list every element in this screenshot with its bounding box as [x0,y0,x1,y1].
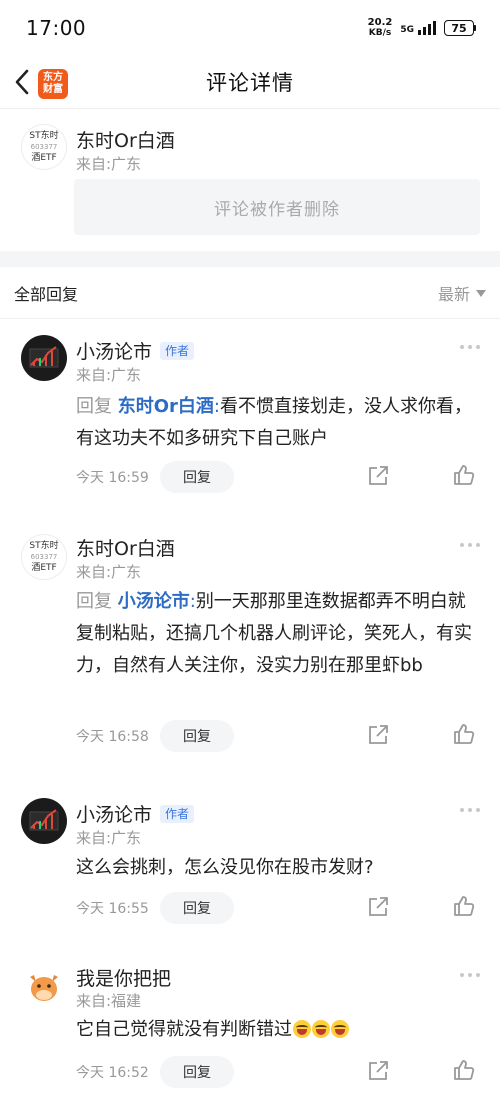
share-icon[interactable] [366,464,390,488]
share-icon[interactable] [366,895,390,919]
reply-item: ST东时 603377 酒ETF 东时Or白酒 来自:广东 回复 小汤论市:别一… [0,524,500,788]
app-logo-line2: 财富 [43,84,63,95]
replies-header: 全部回复 最新 [0,267,500,319]
user-location: 来自:广东 [76,563,142,581]
reply-content: 回复 小汤论市:别一天那那里连数据都弄不明白就复制粘贴，还搞几个机器人刷评论，笑… [76,586,480,682]
reply-button[interactable]: 回复 [160,720,234,752]
reply-item: 小汤论市 作者 来自:广东 回复 东时Or白酒:看不惯直接划走，没人求你看，有这… [0,319,500,524]
reply-prefix: 回复 [76,591,112,612]
reply-item: 我是你把把 来自:福建 它自己觉得就没有判断错过 今天 16:52 回复 [0,948,500,1108]
user-name[interactable]: 东时Or白酒 [76,534,175,561]
app-logo-line1: 东方 [43,72,63,83]
avatar[interactable] [21,335,67,381]
author-badge: 作者 [160,804,195,823]
avatar-line2: 酒ETF [31,152,57,163]
network-speed-unit: KB/s [368,28,392,38]
reply-footer: 今天 16:52 回复 [76,1055,480,1089]
more-icon[interactable] [460,808,480,812]
more-icon[interactable] [460,973,480,977]
network-speed: 20.2 KB/s [367,17,393,39]
avatar-line1: ST东时 [29,540,59,551]
reply-text: 这么会挑刺，怎么没见你在股市发财? [76,857,374,878]
reply-item: 小汤论市 作者 来自:广东 这么会挑刺，怎么没见你在股市发财? 今天 16:55… [0,788,500,948]
more-icon[interactable] [460,543,480,547]
user-location: 来自:广东 [76,829,142,847]
reply-content: 它自己觉得就没有判断错过 [76,1014,480,1046]
user-location: 来自:广东 [76,155,142,173]
sort-label: 最新 [437,284,470,304]
thumbs-up-icon[interactable] [452,1058,476,1082]
replies-title: 全部回复 [14,284,79,304]
main-comment: ST东时 603377 酒ETF 东时Or白酒 来自:广东 评论被作者删除 [0,109,500,251]
battery-level: 75 [444,20,474,36]
avatar-line1: ST东时 [29,130,59,141]
laughing-emoji-icon [312,1020,330,1038]
avatar[interactable]: ST东时 603377 酒ETF [21,534,67,580]
reply-time: 今天 16:59 [76,470,149,486]
avatar[interactable] [21,964,67,1010]
avatar[interactable]: ST东时 603377 酒ETF [21,124,67,170]
reply-footer: 今天 16:59 回复 [76,460,480,494]
reply-button[interactable]: 回复 [160,461,234,493]
reply-text: 它自己觉得就没有判断错过 [76,1019,292,1040]
user-name-row: 我是你把把 [76,964,171,991]
avatar-code: 603377 [30,552,58,561]
reply-time: 今天 16:55 [76,901,149,917]
reply-time: 今天 16:58 [76,729,149,745]
deleted-comment-notice: 评论被作者删除 [74,179,480,235]
network-speed-value: 20.2 [367,17,393,28]
user-name[interactable]: 小汤论市 [76,337,152,364]
more-icon[interactable] [460,345,480,349]
thumbs-up-icon[interactable] [452,894,476,918]
sort-button[interactable]: 最新 [438,281,486,305]
mention-link[interactable]: 小汤论市 [118,591,190,612]
status-icons: 20.2 KB/s 5G 75 [368,18,476,38]
section-separator [0,251,500,267]
status-time: 17:00 [26,16,87,40]
share-icon[interactable] [366,723,390,747]
reply-button[interactable]: 回复 [160,1056,234,1088]
avatar[interactable] [21,798,67,844]
author-badge: 作者 [160,341,195,360]
reply-footer: 今天 16:55 回复 [76,891,480,925]
caret-down-icon [476,290,486,297]
user-name-row: 东时Or白酒 [76,534,175,561]
avatar-line2: 酒ETF [31,562,57,573]
user-name-row: 小汤论市 作者 [76,800,195,827]
reply-time: 今天 16:52 [76,1065,149,1081]
battery-icon: 75 [444,20,476,36]
user-name-row: 小汤论市 作者 [76,337,195,364]
user-location: 来自:福建 [76,992,142,1010]
thumbs-up-icon[interactable] [452,463,476,487]
page-title: 评论详情 [206,71,294,95]
reply-content: 这么会挑刺，怎么没见你在股市发财? [76,852,480,884]
signal-icon: 5G [400,21,436,35]
nav-bar: 东方 财富 评论详情 [0,56,500,108]
reply-content: 回复 东时Or白酒:看不惯直接划走，没人求你看，有这功夫不如多研究下自己账户 [76,391,480,455]
app-logo[interactable]: 东方 财富 [38,69,68,99]
status-bar: 17:00 20.2 KB/s 5G 75 [0,0,500,56]
laughing-emoji-icon [331,1020,349,1038]
back-arrow-icon[interactable] [10,68,34,96]
network-type: 5G [400,25,414,35]
laughing-emoji-icon [293,1020,311,1038]
reply-footer: 今天 16:58 回复 [76,719,480,753]
thumbs-up-icon[interactable] [452,722,476,746]
share-icon[interactable] [366,1059,390,1083]
user-name[interactable]: 我是你把把 [76,964,171,991]
user-name[interactable]: 东时Or白酒 [76,126,175,153]
user-name[interactable]: 小汤论市 [76,800,152,827]
reply-button[interactable]: 回复 [160,892,234,924]
avatar-code: 603377 [30,142,58,151]
reply-prefix: 回复 [76,396,112,417]
user-location: 来自:广东 [76,366,142,384]
mention-link[interactable]: 东时Or白酒 [118,396,214,417]
